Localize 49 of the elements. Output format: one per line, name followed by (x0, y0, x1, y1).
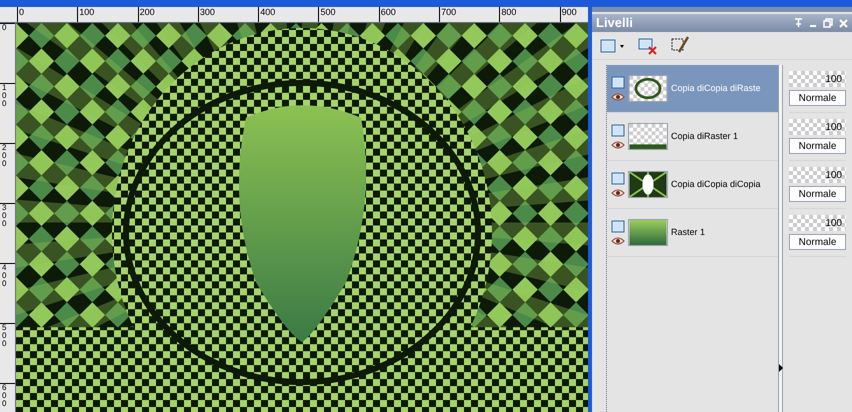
layer-thumbnail (628, 171, 668, 198)
close-icon[interactable] (839, 18, 848, 28)
opacity-field[interactable]: 100 (789, 167, 846, 183)
delete-layer-icon[interactable] (638, 36, 658, 54)
pin-icon[interactable] (794, 18, 803, 28)
ruler-label: 100 (2, 84, 8, 108)
eye-icon[interactable] (611, 141, 625, 149)
ruler-label: 0 (19, 7, 24, 17)
new-layer-icon[interactable] (600, 36, 626, 54)
opacity-field[interactable]: 100 (789, 215, 846, 231)
ruler-label: 0 (2, 24, 8, 32)
layer-icon[interactable] (611, 220, 625, 233)
ruler-label: 500 (320, 7, 336, 17)
ruler-label: 500 (2, 324, 8, 348)
ruler-label: 200 (140, 7, 155, 17)
blend-mode-field[interactable]: Normale (789, 186, 846, 202)
ruler-label: 400 (260, 7, 276, 17)
layer-icon[interactable] (611, 172, 625, 185)
layer-thumbnail (628, 219, 668, 246)
opacity-field[interactable]: 100 (789, 71, 846, 87)
layer-icon[interactable] (611, 124, 625, 137)
layer-thumbnail (628, 123, 668, 150)
blend-mode-field[interactable]: Normale (789, 234, 846, 250)
ruler-label: 100 (79, 7, 94, 17)
eye-icon[interactable] (611, 237, 625, 245)
ruler-label: 300 (2, 204, 8, 228)
layer-name: Copia diCopia diRaste (671, 82, 761, 95)
eye-icon[interactable] (611, 93, 625, 101)
layer-name: Copia diCopia diCopia (671, 178, 761, 191)
blend-mode-field[interactable]: Normale (789, 90, 846, 106)
ruler-label: 600 (2, 384, 8, 408)
ruler-label: 300 (200, 7, 215, 17)
ruler-label: 200 (2, 144, 8, 168)
ruler-label: 900 (562, 7, 577, 17)
layer-icon[interactable] (611, 76, 625, 89)
ruler-label: 600 (380, 7, 396, 17)
collapse-arrow-icon[interactable] (778, 364, 782, 372)
blend-mode-field[interactable]: Normale (789, 138, 846, 154)
panel-title: Livelli (596, 14, 633, 32)
layer-thumbnail (628, 75, 668, 102)
mask-brush-icon[interactable] (670, 36, 690, 56)
ruler-label: 400 (2, 264, 8, 288)
opacity-field[interactable]: 100 (789, 119, 846, 135)
eye-icon[interactable] (611, 189, 625, 197)
layer-name: Raster 1 (671, 226, 706, 239)
ruler-label: 700 (441, 7, 456, 17)
restore-icon[interactable] (823, 18, 833, 28)
layer-name: Copia diRaster 1 (671, 130, 738, 143)
ruler-label: 800 (501, 7, 516, 17)
